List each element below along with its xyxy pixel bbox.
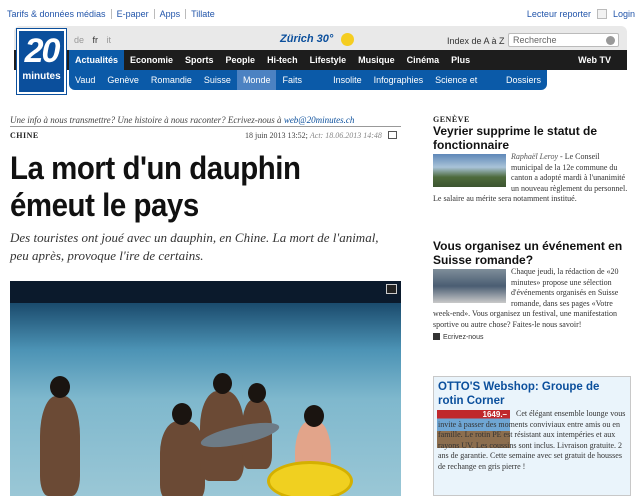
login-link[interactable]: Login xyxy=(613,9,635,19)
nav-plus[interactable]: Plus xyxy=(445,50,476,70)
photo-head xyxy=(213,373,232,394)
article-section[interactable]: CHINE xyxy=(10,131,39,140)
photo-head xyxy=(248,383,266,403)
reporter-icon[interactable] xyxy=(596,9,607,19)
utility-link[interactable]: Tarifs & données médias xyxy=(7,9,112,19)
search-input[interactable]: Recherche xyxy=(508,33,619,47)
tip-email-link[interactable]: web@20minutes.ch xyxy=(284,115,355,125)
article-dates: 18 juin 2013 13:52; Act: 18.06.2013 14:4… xyxy=(245,131,397,140)
story-thumbnail[interactable] xyxy=(433,154,506,187)
utility-link[interactable]: Apps xyxy=(155,9,187,19)
nav-musique[interactable]: Musique xyxy=(352,50,401,70)
nav-sports[interactable]: Sports xyxy=(179,50,220,70)
write-us-link[interactable]: Ecrivez-nous xyxy=(433,333,633,344)
reporter-link[interactable]: Lecteur reporter xyxy=(527,9,591,19)
promo-text: Cet élégant ensemble lounge vous invite … xyxy=(438,409,626,471)
nav-people[interactable]: People xyxy=(220,50,262,70)
utility-link[interactable]: Tillate xyxy=(186,9,220,19)
subnav-romandie[interactable]: Romandie xyxy=(145,70,198,90)
site-header: 20 minutes de fr it Zürich 30° Index de … xyxy=(14,26,627,105)
promo-box[interactable]: OTTO'S Webshop: Groupe de rotin Corner 1… xyxy=(433,376,631,496)
subnav-insolite[interactable]: Insolite xyxy=(327,70,368,90)
subnav-dossiers[interactable]: Dossiers xyxy=(500,70,547,90)
photo-head xyxy=(50,376,70,398)
story-title[interactable]: Vous organisez un événement en Suisse ro… xyxy=(433,239,633,267)
sidebar-story-veyrier[interactable]: GENÈVE Veyrier supprime le statut de fon… xyxy=(433,115,633,205)
write-icon xyxy=(433,333,440,340)
nav-cinema[interactable]: Cinéma xyxy=(401,50,446,70)
photo-head xyxy=(304,405,324,427)
lang-de[interactable]: de xyxy=(74,35,84,45)
lang-it[interactable]: it xyxy=(107,35,112,45)
subnav-infographies[interactable]: Infographies xyxy=(368,70,430,90)
account-links: Lecteur reporter Login xyxy=(527,9,635,19)
write-us-label: Ecrivez-nous xyxy=(443,334,484,341)
subnav-geneve[interactable]: Genève xyxy=(101,70,145,90)
story-body: Raphaël Leroy - Le Conseil municipal de … xyxy=(433,152,633,205)
publish-date: 18 juin 2013 13:52; xyxy=(245,131,308,140)
article-lead: Des touristes ont joué avec un dauphin, … xyxy=(10,230,379,263)
utility-link[interactable]: E-paper xyxy=(112,9,155,19)
utility-links: Tarifs & données médias E-paper Apps Til… xyxy=(7,9,220,19)
story-author: Raphaël Leroy xyxy=(511,152,559,161)
language-switcher: de fr it xyxy=(74,35,117,45)
lang-fr[interactable]: fr xyxy=(93,35,99,45)
subnav-vaud[interactable]: Vaud xyxy=(69,70,101,90)
search-submit-icon[interactable] xyxy=(606,36,615,45)
photo-person xyxy=(160,421,205,496)
article-title: La mort d'un dauphin émeut le pays xyxy=(10,150,301,223)
weather-label[interactable]: Zürich 30° xyxy=(280,33,333,45)
print-icon[interactable] xyxy=(387,131,397,139)
promo-title[interactable]: OTTO'S Webshop: Groupe de rotin Corner xyxy=(434,377,630,408)
story-thumbnail[interactable] xyxy=(433,269,506,303)
index-link[interactable]: Index de A à Z xyxy=(447,36,505,46)
photo-swim-ring xyxy=(267,461,353,496)
search-placeholder: Recherche xyxy=(513,35,557,45)
site-logo[interactable]: 20 minutes xyxy=(17,29,66,94)
subnav-monde[interactable]: Monde xyxy=(236,70,277,90)
story-kicker: GENÈVE xyxy=(433,115,470,124)
divider xyxy=(10,126,401,127)
article-photo[interactable] xyxy=(10,281,401,496)
logo-word: minutes xyxy=(22,71,61,82)
tip-line: Une info à nous transmettre? Une histoir… xyxy=(10,115,354,125)
nav-hitech[interactable]: Hi-tech xyxy=(261,50,304,70)
update-date: Act: 18.06.2013 14:48 xyxy=(309,131,382,140)
logo-number: 20 xyxy=(24,32,61,70)
photo-horizon xyxy=(10,281,401,303)
secondary-nav: Vaud Genève Romandie Suisse Monde Faits … xyxy=(69,70,547,105)
nav-economie[interactable]: Economie xyxy=(124,50,179,70)
web-tv-link[interactable]: Web TV xyxy=(578,50,611,70)
story-title[interactable]: Veyrier supprime le statut de fonctionna… xyxy=(433,124,633,152)
subnav-science[interactable]: Science et nature xyxy=(429,70,500,105)
photo-person xyxy=(40,396,80,496)
sun-icon xyxy=(341,33,354,46)
photo-head xyxy=(172,403,192,425)
nav-actualites[interactable]: Actualités xyxy=(69,50,125,70)
subnav-suisse[interactable]: Suisse xyxy=(198,70,237,90)
story-body: Chaque jeudi, la rédaction de «20 minute… xyxy=(433,267,633,344)
nav-lifestyle[interactable]: Lifestyle xyxy=(304,50,353,70)
tip-text: Une info à nous transmettre? Une histoir… xyxy=(10,115,282,125)
subnav-faits-divers[interactable]: Faits divers xyxy=(276,70,327,105)
sidebar-story-events[interactable]: Vous organisez un événement en Suisse ro… xyxy=(433,239,633,344)
top-utility-bar: Tarifs & données médias E-paper Apps Til… xyxy=(0,0,641,28)
primary-nav: Actualités Economie Sports People Hi-tec… xyxy=(14,50,627,70)
expand-icon[interactable] xyxy=(386,284,397,294)
